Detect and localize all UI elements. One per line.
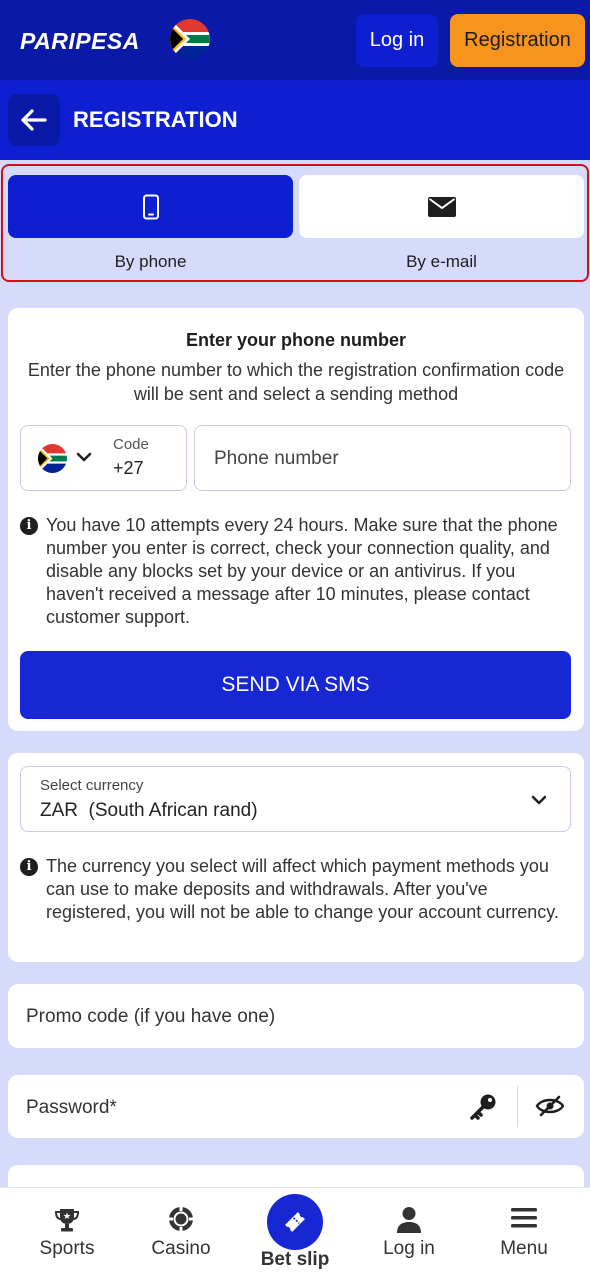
arrow-left-icon [21, 109, 47, 131]
currency-value: ZAR (South African rand) [40, 800, 258, 821]
ticket-icon [285, 1212, 305, 1232]
sms-attempts-text: You have 10 attempts every 24 hours. Mak… [46, 515, 558, 627]
tab-label-by-email[interactable]: By e-mail [299, 252, 584, 272]
currency-card: Select currency ZAR (South African rand)… [8, 753, 584, 962]
tab-by-email[interactable] [299, 175, 584, 238]
chevron-down-icon [76, 452, 92, 462]
code-label: Code [113, 436, 149, 453]
info-icon: i [20, 858, 38, 876]
nav-sports-label: Sports [39, 1238, 95, 1259]
key-icon[interactable] [468, 1092, 498, 1122]
header-login-button[interactable]: Log in [356, 14, 438, 67]
bet-slip-button[interactable] [267, 1194, 323, 1250]
currency-notice-text: The currency you select will affect whic… [46, 856, 559, 922]
nav-casino[interactable]: Casino [126, 1188, 236, 1280]
nav-bet-slip-label: Bet slip [260, 1249, 330, 1270]
phone-section-title: Enter your phone number [185, 330, 407, 350]
nav-casino-label: Casino [151, 1238, 211, 1259]
nav-log-in-label: Log in [383, 1238, 435, 1259]
bottom-navigation: Sports Casino Bet slip Log in Menu [0, 1187, 590, 1280]
south-africa-flag-icon[interactable] [170, 19, 210, 59]
nav-log-in[interactable]: Log in [354, 1188, 464, 1280]
phone-number-placeholder: Phone number [214, 448, 339, 469]
registration-header: REGISTRATION [0, 80, 590, 160]
info-icon: i [20, 517, 38, 535]
promo-code-input[interactable]: Promo code (if you have one) [8, 984, 584, 1048]
tab-label-by-phone[interactable]: By phone [8, 252, 293, 272]
phone-section-description: Enter the phone number to which the regi… [27, 360, 565, 404]
password-field[interactable]: Password* [8, 1075, 584, 1138]
envelope-icon [427, 196, 456, 217]
header-registration-button[interactable]: Registration [450, 14, 585, 67]
password-placeholder: Password* [26, 1097, 117, 1118]
phone-number-card: Enter your phone number Enter the phone … [8, 308, 584, 731]
page-title: REGISTRATION [73, 107, 238, 132]
registration-method-tabs: By phone By e-mail [1, 164, 589, 282]
south-africa-flag-icon [38, 444, 67, 473]
nav-bet-slip[interactable]: Bet slip [240, 1188, 350, 1280]
phone-number-input[interactable]: Phone number [194, 425, 571, 491]
nav-menu[interactable]: Menu [469, 1188, 579, 1280]
country-code-selector[interactable]: Code +27 [20, 425, 187, 491]
mobile-phone-icon [142, 194, 159, 219]
nav-sports[interactable]: Sports [12, 1188, 122, 1280]
field-divider [517, 1085, 518, 1127]
eye-slash-icon[interactable] [535, 1094, 565, 1118]
currency-label: Select currency [40, 777, 144, 794]
tab-by-phone[interactable] [8, 175, 293, 238]
code-value: +27 [113, 458, 144, 478]
send-via-sms-button[interactable]: SEND VIA SMS [20, 651, 571, 719]
back-button[interactable] [8, 94, 60, 146]
nav-menu-label: Menu [500, 1238, 548, 1259]
user-icon [397, 1207, 421, 1233]
currency-select[interactable]: Select currency ZAR (South African rand) [20, 766, 571, 832]
paripesa-logo[interactable]: PARIPESA [20, 28, 140, 55]
chevron-down-icon [531, 795, 547, 805]
hamburger-menu-icon [511, 1208, 537, 1228]
top-bar: PARIPESA Log in Registration [0, 0, 590, 80]
trophy-icon [54, 1209, 80, 1232]
casino-chip-icon [169, 1207, 193, 1231]
promo-code-placeholder: Promo code (if you have one) [26, 1006, 276, 1027]
